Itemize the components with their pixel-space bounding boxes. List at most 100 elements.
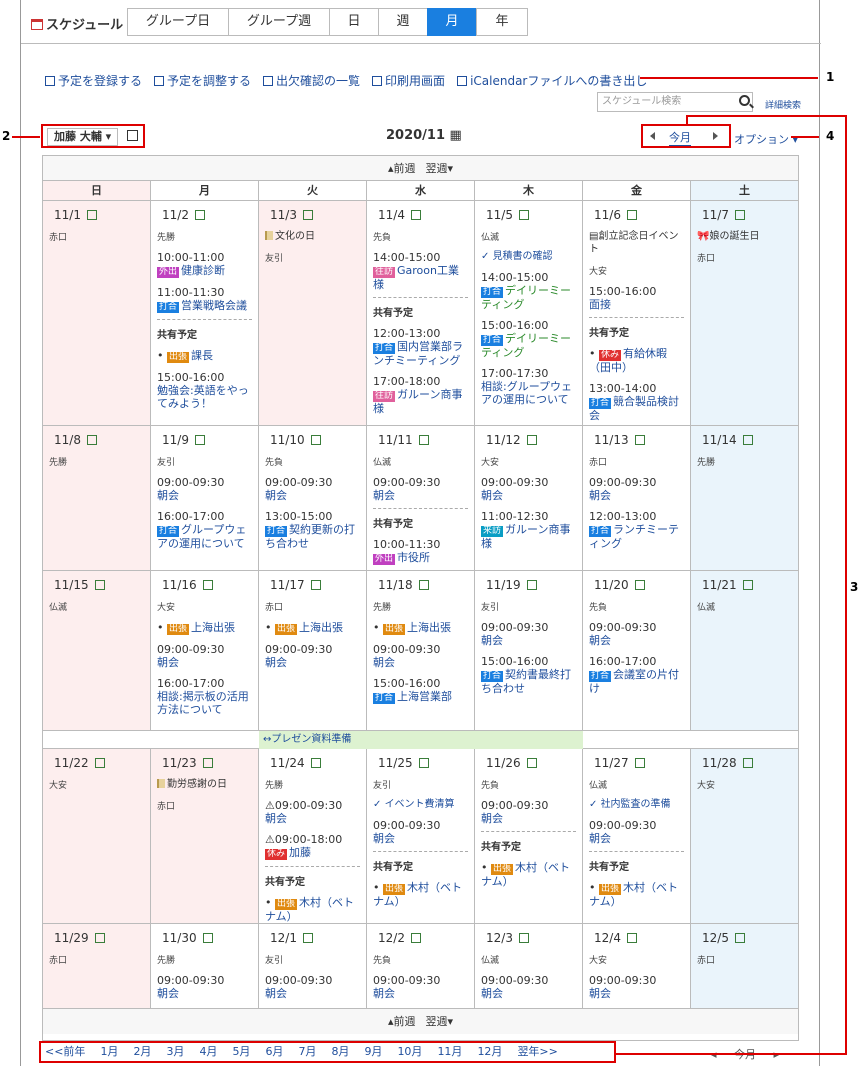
event-title[interactable]: 朝会 (373, 656, 395, 669)
day-number-label[interactable]: 11/17 (270, 578, 305, 592)
add-event-icon[interactable] (94, 580, 105, 590)
popup-window-icon[interactable] (127, 130, 138, 141)
event[interactable]: 14:00-15:00 打合 デイリーミーティング (481, 271, 576, 311)
event-title[interactable]: 朝会 (157, 489, 179, 502)
add-event-icon[interactable] (626, 933, 637, 943)
event[interactable]: 09:00-09:30 朝会 (157, 476, 252, 502)
search-icon[interactable] (739, 95, 750, 106)
day-number-label[interactable]: 11/30 (162, 931, 197, 945)
add-event-icon[interactable] (310, 435, 321, 445)
event-title[interactable]: 朝会 (157, 656, 179, 669)
todo[interactable]: ✓ イベント費清算 (373, 799, 468, 811)
event[interactable]: 09:00-09:30 朝会 (373, 974, 468, 1000)
event[interactable]: • 出張 木村（ベトナム） (481, 861, 576, 888)
event-title[interactable]: 朝会 (589, 634, 611, 647)
toolbar-item-3[interactable]: 印刷用画面 (372, 72, 445, 89)
month-link-13[interactable]: 翌年>> (517, 1045, 557, 1058)
day-number-label[interactable]: 11/10 (270, 433, 305, 447)
day-number-label[interactable]: 11/28 (702, 756, 737, 770)
event[interactable]: • 休み 有給休暇（田中） (589, 347, 684, 374)
event[interactable]: 11:00-12:30 来訪 ガルーン商事様 (481, 510, 576, 550)
event[interactable]: 09:00-09:30 朝会 (265, 476, 360, 502)
month-link-7[interactable]: 7月 (298, 1045, 316, 1058)
add-event-icon[interactable] (310, 580, 321, 590)
toolbar-item-1[interactable]: 予定を調整する (154, 72, 251, 89)
add-event-icon[interactable] (302, 210, 313, 220)
day-number-label[interactable]: 11/25 (378, 756, 413, 770)
event[interactable]: 09:00-09:30 朝会 (265, 643, 360, 669)
tab-5[interactable]: 年 (476, 8, 528, 36)
month-link-8[interactable]: 8月 (331, 1045, 349, 1058)
event-title[interactable]: 朝会 (157, 987, 179, 1000)
event-title[interactable]: 朝会 (481, 987, 503, 1000)
event[interactable]: • 出張 課長 (157, 349, 252, 363)
day-number-label[interactable]: 12/3 (486, 931, 513, 945)
event-title[interactable]: 朝会 (589, 832, 611, 845)
event[interactable]: 09:00-09:30 朝会 (373, 643, 468, 669)
event-title[interactable]: 相談:グループウェアの運用について (481, 380, 572, 406)
event-title[interactable]: 面接 (589, 298, 611, 311)
event[interactable]: 09:00-09:30 朝会 (589, 621, 684, 647)
add-event-icon[interactable] (526, 758, 537, 768)
day-number-label[interactable]: 11/7 (702, 208, 729, 222)
event-title[interactable]: 朝会 (589, 489, 611, 502)
event[interactable]: 17:00-18:00 往訪 ガルーン商事様 (373, 375, 468, 415)
add-event-icon[interactable] (86, 210, 97, 220)
add-event-icon[interactable] (410, 933, 421, 943)
event-title[interactable]: 上海出張 (191, 621, 235, 634)
day-number-label[interactable]: 11/27 (594, 756, 629, 770)
day-number-label[interactable]: 11/22 (54, 756, 89, 770)
day-number-label[interactable]: 11/9 (162, 433, 189, 447)
day-number-label[interactable]: 11/6 (594, 208, 621, 222)
event-title[interactable]: 課長 (191, 349, 213, 362)
day-number-label[interactable]: 11/20 (594, 578, 629, 592)
prev-month-icon[interactable] (650, 132, 655, 140)
search-input[interactable]: スケジュール検索 (597, 92, 753, 112)
event[interactable]: 09:00-09:30 朝会 (481, 476, 576, 502)
event[interactable]: 09:00-09:30 朝会 (265, 974, 360, 1000)
month-link-5[interactable]: 5月 (232, 1045, 250, 1058)
event-title[interactable]: 市役所 (397, 551, 430, 564)
day-number-label[interactable]: 11/2 (162, 208, 189, 222)
event[interactable]: 13:00-14:00 打合 競合製品検討会 (589, 382, 684, 422)
event[interactable]: 16:00-17:00 打合 会議室の片付け (589, 655, 684, 695)
month-link-1[interactable]: 1月 (100, 1045, 118, 1058)
day-number-label[interactable]: 11/21 (702, 578, 737, 592)
event-title[interactable]: 朝会 (265, 489, 287, 502)
toolbar-item-4[interactable]: iCalendarファイルへの書き出し (457, 72, 647, 89)
event[interactable]: • 出張 上海出張 (265, 621, 360, 635)
tab-3[interactable]: 週 (378, 8, 428, 36)
event[interactable]: 10:00-11:00 外出 健康診断 (157, 251, 252, 278)
event[interactable]: ⚠09:00-18:00 休み 加藤 (265, 833, 360, 860)
event-title[interactable]: 朝会 (265, 812, 287, 825)
event[interactable]: 09:00-09:30 朝会 (481, 974, 576, 1000)
day-number-label[interactable]: 11/14 (702, 433, 737, 447)
add-event-icon[interactable] (94, 758, 105, 768)
day-number-label[interactable]: 11/12 (486, 433, 521, 447)
event[interactable]: • 出張 木村（ベトナム） (589, 881, 684, 908)
tab-1[interactable]: グループ週 (228, 8, 330, 36)
event[interactable]: 12:00-13:00 打合 国内営業部ランチミーティング (373, 327, 468, 367)
event-title[interactable]: 朝会 (373, 832, 395, 845)
month-link-2[interactable]: 2月 (133, 1045, 151, 1058)
next-week-link[interactable]: 翌週▾ (426, 162, 454, 175)
event[interactable]: • 出張 木村（ベトナム） (373, 881, 468, 908)
day-number-label[interactable]: 11/16 (162, 578, 197, 592)
add-event-icon[interactable] (302, 933, 313, 943)
event[interactable]: 09:00-09:30 朝会 (481, 799, 576, 825)
add-event-icon[interactable] (518, 210, 529, 220)
day-number-label[interactable]: 11/18 (378, 578, 413, 592)
add-event-icon[interactable] (418, 758, 429, 768)
day-number-label[interactable]: 11/13 (594, 433, 629, 447)
add-event-icon[interactable] (310, 758, 321, 768)
user-select[interactable]: 加藤 大輔 ▾ (47, 128, 119, 146)
add-event-icon[interactable] (634, 580, 645, 590)
event[interactable]: 09:00-09:30 朝会 (589, 819, 684, 845)
day-number-label[interactable]: 11/23 (162, 756, 197, 770)
next-week-link-bottom[interactable]: 翌週▾ (426, 1015, 454, 1028)
event[interactable]: 09:00-09:30 朝会 (589, 974, 684, 1000)
event[interactable]: 09:00-09:30 朝会 (157, 643, 252, 669)
event-title[interactable]: 朝会 (481, 812, 503, 825)
day-number-label[interactable]: 11/26 (486, 756, 521, 770)
day-number-label[interactable]: 11/1 (54, 208, 81, 222)
